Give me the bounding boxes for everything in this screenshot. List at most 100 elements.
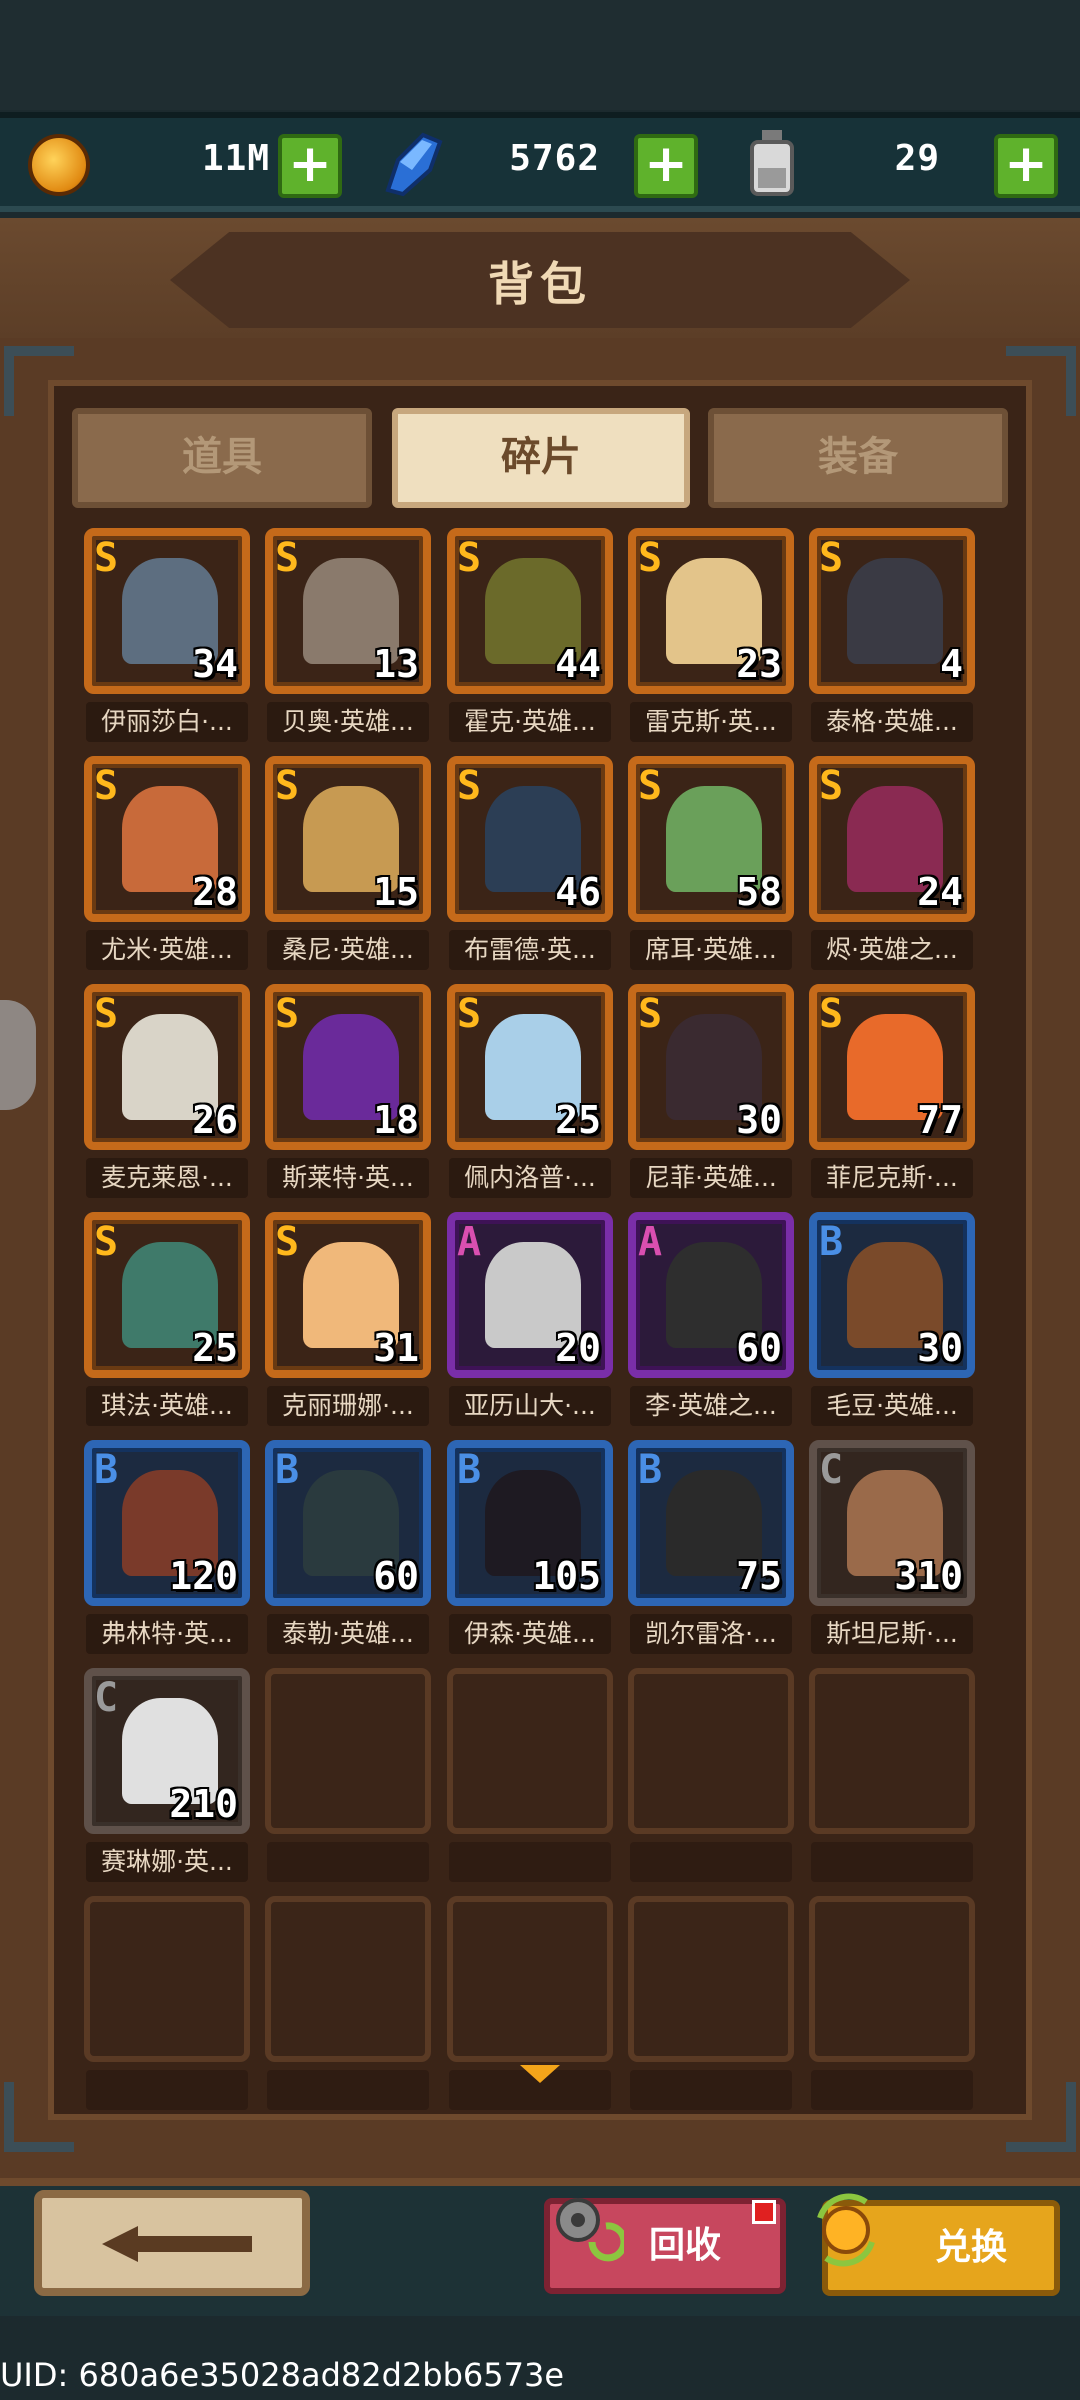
hero-fragment-name: 李·英雄之... [630,1386,792,1426]
empty-slot-label [630,2070,792,2110]
rarity-badge: A [457,1219,482,1265]
add-potion-button[interactable]: + [994,134,1058,198]
hero-fragment-slot[interactable]: A 20 [447,1212,613,1378]
hero-fragment-slot[interactable]: S 15 [265,756,431,922]
fragment-count: 24 [917,870,963,914]
empty-slot-label [267,2070,429,2110]
potion-resource: 29 + [742,128,1072,200]
fragment-count: 310 [894,1554,963,1598]
add-gems-button[interactable]: + [634,134,698,198]
empty-slot-label [267,1842,429,1882]
gold-resource: 11M + [20,128,350,200]
gear-recycle-icon [556,2198,624,2262]
hero-fragment-name: 克丽珊娜·... [267,1386,429,1426]
left-arrow-icon [102,2226,252,2262]
rarity-badge: S [275,991,300,1037]
fragment-count: 58 [736,870,782,914]
rarity-badge: S [457,991,482,1037]
gem-value: 5762 [509,138,600,179]
fragment-count: 25 [192,1326,238,1370]
recycle-label: 回收 [648,2225,721,2266]
recycle-button[interactable]: 回收 [544,2198,786,2294]
fragment-count: 18 [373,1098,419,1142]
hero-fragment-slot[interactable]: S 46 [447,756,613,922]
hero-fragment-slot[interactable]: S 25 [447,984,613,1150]
hero-fragment-slot[interactable]: S 44 [447,528,613,694]
hero-fragment-slot[interactable]: S 23 [628,528,794,694]
rarity-badge: S [94,991,119,1037]
hero-fragment-slot[interactable]: C 210 [84,1668,250,1834]
hero-fragment-name: 席耳·英雄... [630,930,792,970]
hero-fragment-slot[interactable]: S 77 [809,984,975,1150]
tab-equipment[interactable]: 装备 [708,408,1008,508]
hero-fragment-slot[interactable]: S 31 [265,1212,431,1378]
hero-fragment-slot[interactable]: S 28 [84,756,250,922]
empty-slot [628,1896,794,2062]
empty-slot [265,1668,431,1834]
hero-fragment-slot[interactable]: B 60 [265,1440,431,1606]
hero-fragment-slot[interactable]: S 34 [84,528,250,694]
empty-slot-label [449,1842,611,1882]
hero-fragment-slot[interactable]: B 120 [84,1440,250,1606]
fragment-count: 105 [532,1554,601,1598]
rarity-badge: S [275,535,300,581]
hero-fragment-slot[interactable]: S 13 [265,528,431,694]
hero-fragment-slot[interactable]: S 30 [628,984,794,1150]
rarity-badge: S [638,991,663,1037]
fragment-count: 210 [169,1782,238,1826]
tab-items[interactable]: 道具 [72,408,372,508]
hero-fragment-name: 伊丽莎白·... [86,702,248,742]
tab-fragments[interactable]: 碎片 [392,408,690,508]
rarity-badge: A [638,1219,663,1265]
hero-fragment-name: 贝奥·英雄... [267,702,429,742]
fragment-count: 60 [736,1326,782,1370]
status-area [0,0,1080,110]
hero-fragment-name: 斯坦尼斯·... [811,1614,973,1654]
fragment-count: 31 [373,1326,419,1370]
hero-fragment-slot[interactable]: S 18 [265,984,431,1150]
rarity-badge: S [94,535,119,581]
gem-resource: 5762 + [378,128,708,200]
empty-slot-label [630,1842,792,1882]
hero-fragment-name: 霍克·英雄... [449,702,611,742]
hero-fragment-slot[interactable]: S 24 [809,756,975,922]
fragment-count: 15 [373,870,419,914]
hero-fragment-name: 赛琳娜·英... [86,1842,248,1882]
hero-fragment-slot[interactable]: A 60 [628,1212,794,1378]
rarity-badge: S [94,1219,119,1265]
side-character-peek [0,1000,36,1110]
resource-bar: 11M + 5762 + 29 + [0,112,1080,212]
empty-slot [628,1668,794,1834]
hero-fragment-name: 麦克莱恩·... [86,1158,248,1198]
fragment-count: 77 [917,1098,963,1142]
rarity-badge: B [819,1219,844,1265]
hero-fragment-name: 泰格·英雄... [811,702,973,742]
fragment-count: 13 [373,642,419,686]
hero-fragment-slot[interactable]: B 105 [447,1440,613,1606]
empty-slot-label [811,1842,973,1882]
hero-fragment-slot[interactable]: C 310 [809,1440,975,1606]
hero-fragment-slot[interactable]: S 26 [84,984,250,1150]
exchange-label: 兑换 [934,2227,1007,2268]
rarity-badge: S [275,763,300,809]
hero-fragment-name: 尼菲·英雄... [630,1158,792,1198]
rarity-badge: S [275,1219,300,1265]
hero-fragment-name: 琪法·英雄... [86,1386,248,1426]
add-gold-button[interactable]: + [278,134,342,198]
hero-fragment-slot[interactable]: S4 [809,528,975,694]
fragment-count: 30 [917,1326,963,1370]
hero-fragment-name: 尤米·英雄... [86,930,248,970]
hero-fragment-slot[interactable]: B 30 [809,1212,975,1378]
hero-fragment-slot[interactable]: B 75 [628,1440,794,1606]
empty-slot [447,1668,613,1834]
scroll-down-indicator-icon [520,2065,560,2083]
fragment-count: 44 [555,642,601,686]
rarity-badge: S [94,763,119,809]
back-button[interactable] [34,2190,310,2296]
hero-fragment-slot[interactable]: S 25 [84,1212,250,1378]
empty-slot-label [811,2070,973,2110]
hero-fragment-slot[interactable]: S 58 [628,756,794,922]
empty-slot [265,1896,431,2062]
exchange-button[interactable]: 兑换 [817,2193,1060,2296]
empty-slot [809,1668,975,1834]
